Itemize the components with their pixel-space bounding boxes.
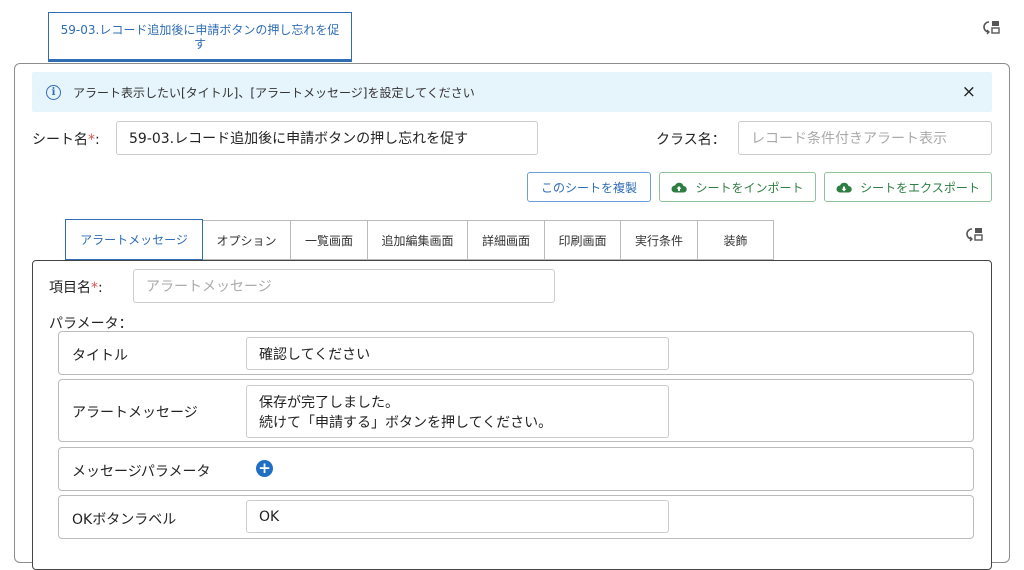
settings-tabs: アラートメッセージ オプション 一覧画面 追加編集画面 詳細画面 印刷画面 実行… — [65, 219, 774, 260]
tab-list-view[interactable]: 一覧画面 — [291, 220, 368, 260]
param-row-message-parameters: メッセージパラメータ + — [58, 447, 974, 491]
tab-detail-view[interactable]: 詳細画面 — [468, 220, 545, 260]
sheet-name-input[interactable]: 59-03.レコード追加後に申請ボタンの押し忘れを促す — [116, 121, 538, 155]
item-name-label: 項目名*: — [49, 280, 103, 296]
tab-print-view[interactable]: 印刷画面 — [545, 220, 621, 260]
class-name-input[interactable]: レコード条件付きアラート表示 — [738, 121, 992, 155]
ok-label-input[interactable]: OK — [246, 500, 669, 533]
param-ok-label-label: OKボタンラベル — [72, 512, 177, 528]
alert-message-textarea[interactable]: 保存が完了しました。 続けて「申請する」ボタンを押してください。 — [246, 385, 669, 438]
alert-message: アラート表示したい[タイトル]、[アラートメッセージ]を設定してください — [73, 85, 475, 100]
param-message-parameters-label: メッセージパラメータ — [72, 464, 211, 480]
info-alert: i アラート表示したい[タイトル]、[アラートメッセージ]を設定してください × — [32, 72, 992, 112]
sheet-tab[interactable]: 59-03.レコード追加後に申請ボタンの押し忘れを促す — [48, 12, 352, 62]
tab-add-edit-view[interactable]: 追加編集画面 — [368, 220, 468, 260]
param-title-label: タイトル — [72, 348, 128, 364]
layout-toggle-icon[interactable] — [983, 20, 1001, 40]
cloud-download-icon — [836, 182, 852, 192]
tab-options[interactable]: オプション — [203, 220, 291, 260]
title-input[interactable]: 確認してください — [246, 337, 669, 370]
copy-sheet-button[interactable]: このシートを複製 — [527, 172, 651, 202]
import-sheet-button[interactable]: シートをインポート — [659, 172, 816, 202]
export-sheet-button[interactable]: シートをエクスポート — [824, 172, 992, 202]
sheet-name-label: シート名*: — [32, 132, 100, 148]
info-icon: i — [46, 84, 61, 100]
item-name-input[interactable]: アラートメッセージ — [133, 269, 555, 303]
param-alert-message-label: アラートメッセージ — [72, 405, 198, 421]
tab-run-conditions[interactable]: 実行条件 — [621, 220, 698, 260]
class-name-label: クラス名： — [656, 132, 726, 148]
parameters-label: パラメータ： — [49, 316, 133, 332]
tab-layout-toggle-icon[interactable] — [966, 227, 984, 247]
tab-decoration[interactable]: 装飾 — [698, 220, 774, 260]
add-parameter-icon[interactable]: + — [256, 460, 273, 477]
tab-alert-message[interactable]: アラートメッセージ — [65, 219, 203, 260]
close-icon[interactable]: × — [962, 82, 976, 102]
cloud-upload-icon — [671, 182, 688, 192]
